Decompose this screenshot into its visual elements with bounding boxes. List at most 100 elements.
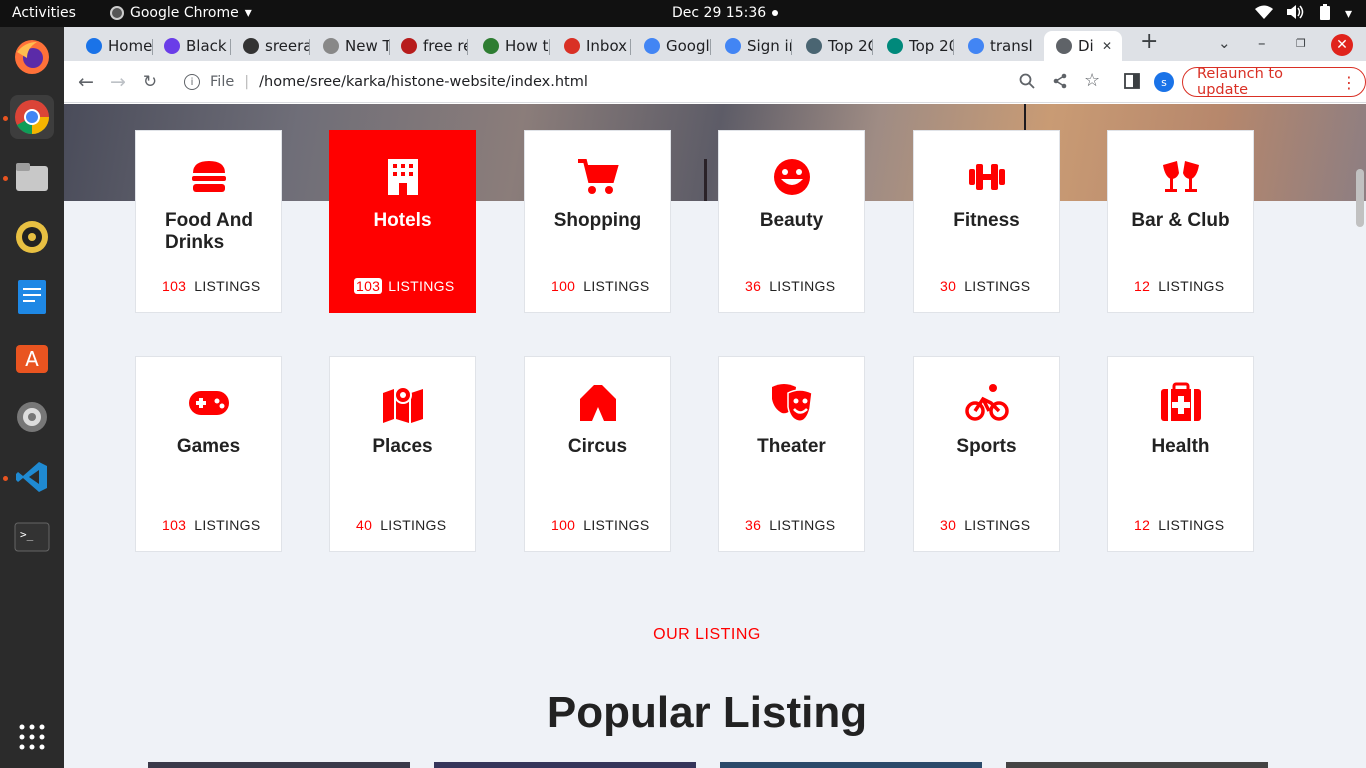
- tab-title: New T: [345, 37, 389, 55]
- tab-title: Di: [1078, 37, 1094, 55]
- browser-tab[interactable]: Sign ir: [713, 31, 791, 61]
- close-tab-icon[interactable]: ✕: [1102, 39, 1112, 53]
- dock-writer[interactable]: [10, 275, 54, 319]
- category-card-sports[interactable]: Sports 30 LISTINGS: [913, 356, 1060, 552]
- browser-tab[interactable]: New T: [311, 31, 389, 61]
- category-card-places[interactable]: Places 40 LISTINGS: [329, 356, 476, 552]
- category-card-shopping[interactable]: Shopping 100 LISTINGS: [524, 130, 671, 313]
- show-apps-button[interactable]: [10, 715, 54, 759]
- listing-count: 36 LISTINGS: [743, 278, 835, 294]
- tab-strip: Home Black sreera New T free re How t Inbox Goo…: [64, 27, 1366, 61]
- tab-favicon-icon: [483, 38, 499, 54]
- url-text[interactable]: /home/sree/karka/histone-website/index.h…: [259, 74, 588, 90]
- listing-count: 40 LISTINGS: [354, 517, 446, 533]
- volume-icon: [1286, 5, 1305, 23]
- listing-count-number: 103: [162, 278, 187, 294]
- listing-count-number: 100: [551, 517, 576, 533]
- clock[interactable]: Dec 29 15:36: [672, 5, 766, 21]
- system-top-bar: Activities Google Chrome ▾ Dec 29 15:36 …: [0, 0, 1366, 27]
- page-content: Food And Drinks 103 LISTINGS Hotels 103 LISTI…: [64, 104, 1366, 768]
- tab-favicon-icon: [401, 38, 417, 54]
- browser-tab[interactable]: transl: [956, 31, 1034, 61]
- smile-icon: [719, 155, 864, 199]
- medkit-icon: [1108, 381, 1253, 425]
- browser-tab[interactable]: Black: [152, 31, 230, 61]
- chevron-down-icon: ▾: [244, 5, 252, 21]
- listing-count: 100 LISTINGS: [549, 517, 649, 533]
- software-center-icon: A: [16, 345, 48, 373]
- dock-settings[interactable]: [10, 395, 54, 439]
- dock-terminal[interactable]: >_: [10, 515, 54, 559]
- dock-chrome[interactable]: [10, 95, 54, 139]
- browser-tab[interactable]: Di ✕: [1044, 31, 1122, 61]
- tab-title: Inbox: [586, 37, 628, 55]
- reload-button[interactable]: ↻: [138, 70, 162, 94]
- bookmark-star-icon[interactable]: ☆: [1084, 70, 1100, 91]
- tab-favicon-icon: [1056, 38, 1072, 54]
- category-card-hotels[interactable]: Hotels 103 LISTINGS: [329, 130, 476, 313]
- tab-title: Sign ir: [747, 37, 791, 55]
- activities-button[interactable]: Activities: [12, 5, 76, 21]
- profile-avatar[interactable]: s: [1154, 72, 1174, 92]
- wifi-icon: [1254, 5, 1273, 23]
- map-icon: [330, 381, 475, 425]
- dock-rhythmbox[interactable]: [10, 215, 54, 259]
- zoom-icon[interactable]: [1019, 73, 1035, 93]
- app-menu-label: Google Chrome: [130, 5, 239, 21]
- dock-files[interactable]: [10, 155, 54, 199]
- browser-tab[interactable]: Googl: [632, 31, 710, 61]
- dock-firefox[interactable]: [10, 35, 54, 79]
- tab-title: sreera: [265, 37, 309, 55]
- browser-tab[interactable]: How t: [471, 31, 549, 61]
- listing-count-number: 40: [356, 517, 373, 533]
- new-tab-button[interactable]: +: [1140, 29, 1158, 54]
- listing-count-label: LISTINGS: [964, 278, 1031, 294]
- browser-tab[interactable]: sreera: [231, 31, 309, 61]
- relaunch-button[interactable]: Relaunch to update ⋮: [1182, 66, 1366, 98]
- browser-tab[interactable]: Top 2C: [794, 31, 872, 61]
- burger-icon: [136, 155, 281, 199]
- category-card-health[interactable]: Health 12 LISTINGS: [1107, 356, 1254, 552]
- notification-dot: [772, 10, 778, 16]
- maximize-button[interactable]: ❐: [1296, 37, 1306, 50]
- listing-count-number: 30: [940, 278, 957, 294]
- hotel-icon: [330, 155, 475, 199]
- browser-tab[interactable]: Inbox: [552, 31, 630, 61]
- bicycle-icon: [914, 381, 1059, 425]
- listing-count-label: LISTINGS: [380, 517, 447, 533]
- info-icon[interactable]: i: [184, 74, 200, 90]
- share-icon[interactable]: [1052, 73, 1068, 93]
- browser-tab[interactable]: Top 20: [875, 31, 953, 61]
- category-card-fitness[interactable]: Fitness 30 LISTINGS: [913, 130, 1060, 313]
- category-card-bar-club[interactable]: Bar & Club 12 LISTINGS: [1107, 130, 1254, 313]
- category-card-food-and-drinks[interactable]: Food And Drinks 103 LISTINGS: [135, 130, 282, 313]
- category-card-beauty[interactable]: Beauty 36 LISTINGS: [718, 130, 865, 313]
- listing-count: 12 LISTINGS: [1132, 278, 1224, 294]
- system-tray[interactable]: ▾: [1254, 4, 1352, 24]
- category-card-theater[interactable]: Theater 36 LISTINGS: [718, 356, 865, 552]
- tab-title: Top 20: [909, 37, 953, 55]
- listing-count-number: 12: [1134, 517, 1151, 533]
- dock-vscode[interactable]: [10, 455, 54, 499]
- dock-software[interactable]: A: [10, 335, 54, 379]
- close-window-button[interactable]: ✕: [1331, 34, 1353, 56]
- minimize-button[interactable]: –: [1258, 34, 1266, 52]
- side-panel-icon[interactable]: [1124, 73, 1140, 93]
- category-card-games[interactable]: Games 103 LISTINGS: [135, 356, 282, 552]
- listing-count-label: LISTINGS: [583, 278, 650, 294]
- tab-favicon-icon: [243, 38, 259, 54]
- category-title: Games: [176, 436, 241, 457]
- tab-title: How t: [505, 37, 549, 55]
- tab-search-icon[interactable]: ⌄: [1218, 34, 1231, 52]
- menu-dots-icon[interactable]: ⋮: [1341, 73, 1357, 92]
- masks-icon: [719, 381, 864, 425]
- forward-button[interactable]: →: [106, 70, 130, 94]
- listing-count-number: 103: [354, 278, 383, 294]
- browser-tab[interactable]: Home: [74, 31, 152, 61]
- page-scrollbar[interactable]: [1356, 169, 1364, 227]
- glasses-icon: [1108, 155, 1253, 199]
- category-card-circus[interactable]: Circus 100 LISTINGS: [524, 356, 671, 552]
- back-button[interactable]: ←: [74, 70, 98, 94]
- app-menu[interactable]: Google Chrome ▾: [110, 5, 252, 21]
- browser-tab[interactable]: free re: [389, 31, 467, 61]
